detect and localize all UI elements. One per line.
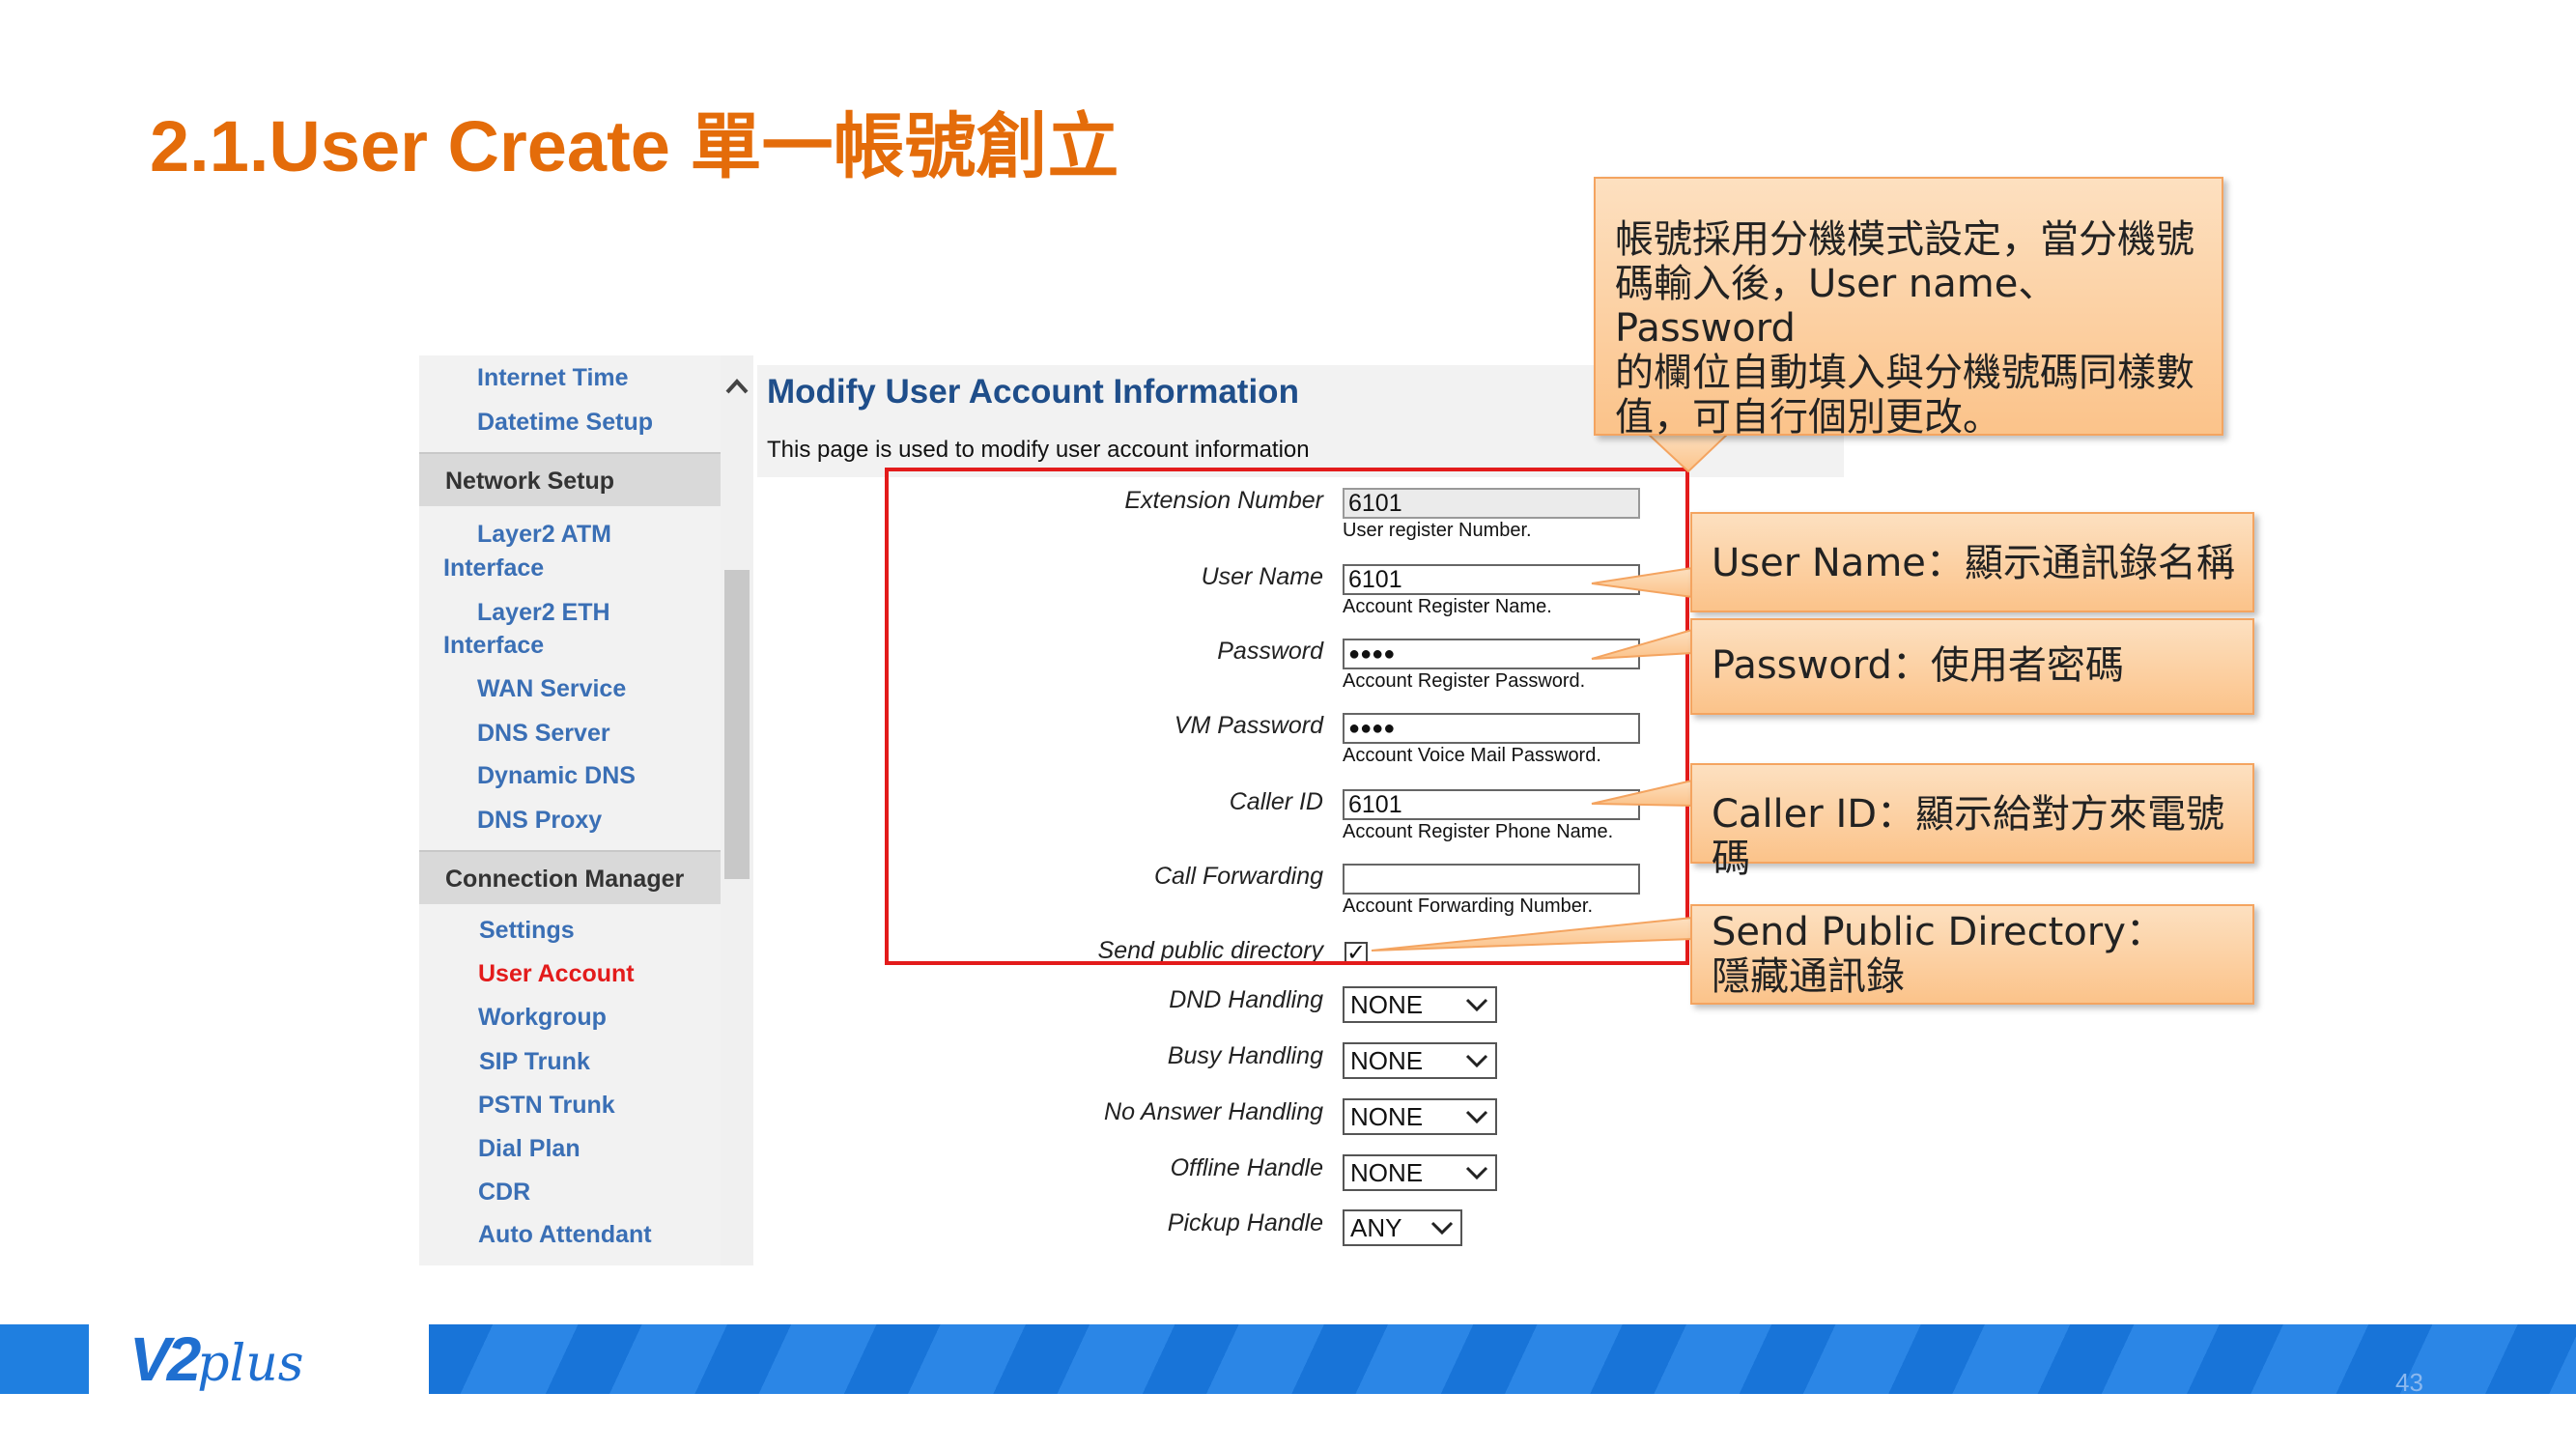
password-callout-text: Password：使用者密碼 <box>1712 643 2124 688</box>
password-callout: Password：使用者密碼 <box>1690 618 2254 715</box>
username-callout-tail <box>1591 566 1693 599</box>
caller-id-callout-text: Caller ID：顯示給對方來電號碼 <box>1712 792 2225 881</box>
directory-callout: Send Public Directory： 隱藏通訊錄 <box>1690 904 2254 1005</box>
footer-accent-left <box>0 1324 89 1394</box>
auto-fill-callout-line1: 帳號採用分機模式設定，當分機號 <box>1615 217 2194 262</box>
logo-main-text: V2 <box>129 1324 201 1394</box>
footer-band <box>429 1324 2576 1394</box>
page-number: 43 <box>2395 1368 2423 1397</box>
username-callout-text: User Name：顯示通訊錄名稱 <box>1712 541 2235 585</box>
username-callout: User Name：顯示通訊錄名稱 <box>1690 512 2254 612</box>
caller-id-callout: Caller ID：顯示給對方來電號碼 <box>1690 763 2254 881</box>
auto-fill-callout-line2: 碼輸入後，User name、Password <box>1615 262 2057 351</box>
auto-fill-callout-line4: 值，可自行個別更改。 <box>1615 395 2001 440</box>
logo-sub-text: plus <box>197 1335 304 1393</box>
company-logo: V2plus <box>129 1323 303 1395</box>
directory-callout-line2: 隱藏通訊錄 <box>1712 954 1905 999</box>
auto-fill-callout: 帳號採用分機模式設定，當分機號 碼輸入後，User name、Password … <box>1594 177 2223 440</box>
callerid-callout-tail <box>1591 779 1693 808</box>
directory-callout-tail <box>1371 916 1693 952</box>
directory-callout-line1: Send Public Directory： <box>1712 910 2165 954</box>
password-callout-tail <box>1591 628 1693 660</box>
auto-fill-callout-line3: 的欄位自動填入與分機號碼同樣數 <box>1615 351 2194 395</box>
